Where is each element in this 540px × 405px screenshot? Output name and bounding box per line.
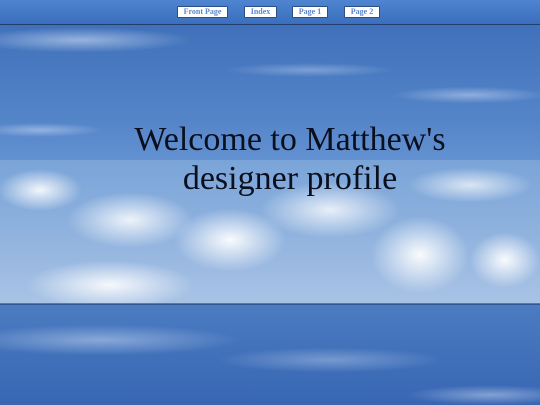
- nav-page-2-button[interactable]: Page 2: [344, 6, 380, 18]
- banner-divider: [0, 303, 540, 305]
- nav-page-1-button[interactable]: Page 1: [292, 6, 328, 18]
- page-title: Welcome to Matthew's designer profile: [134, 121, 446, 197]
- nav-index-button[interactable]: Index: [244, 6, 277, 18]
- top-navigation-bar: Front Page Index Page 1 Page 2: [0, 0, 540, 25]
- nav-front-page-button[interactable]: Front Page: [177, 6, 228, 18]
